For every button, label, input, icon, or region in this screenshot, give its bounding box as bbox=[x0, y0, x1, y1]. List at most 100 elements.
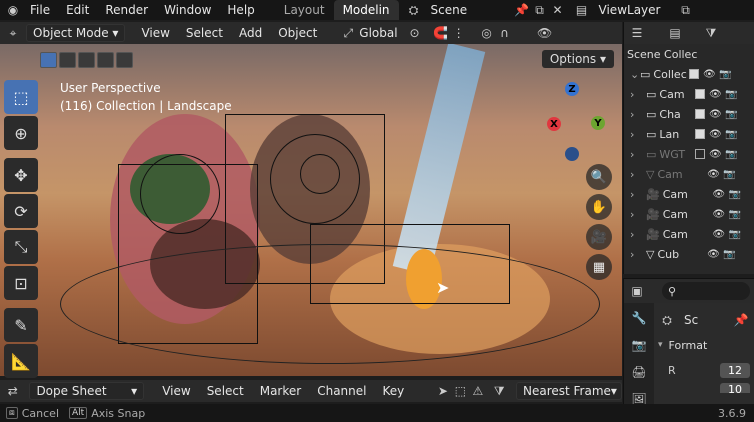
new-scene-icon[interactable]: ⧉ bbox=[531, 1, 549, 19]
box-select-icon[interactable]: ⬚ bbox=[452, 382, 469, 400]
ds-menu-channel[interactable]: Channel bbox=[309, 384, 374, 398]
outliner-row[interactable]: › ▽ Cub 👁 📷 bbox=[624, 244, 754, 264]
output-tab-icon[interactable]: 🖨 bbox=[630, 363, 648, 380]
tab-modeling[interactable]: Modelin bbox=[333, 0, 399, 20]
eye-icon[interactable]: 👁 bbox=[701, 69, 717, 80]
menu-select[interactable]: Select bbox=[178, 26, 231, 40]
eye-icon[interactable]: 👁 bbox=[711, 189, 727, 200]
expand-chevron-icon[interactable]: › bbox=[630, 148, 638, 161]
pivot-icon[interactable]: ⊙ bbox=[406, 24, 424, 42]
render-camera-icon[interactable]: 📷 bbox=[727, 209, 743, 220]
outliner-row[interactable]: ⌄▭Collectio 👁📷 bbox=[624, 64, 754, 84]
outliner-editor-icon[interactable]: ☰ bbox=[628, 24, 646, 42]
snap-mode-dropdown[interactable]: Nearest Frame ▾ bbox=[515, 382, 622, 400]
resolution-y-field[interactable]: 10 bbox=[720, 383, 750, 393]
properties-search-input[interactable]: ⚲ bbox=[662, 282, 750, 300]
measure-tool-icon[interactable]: 📐 bbox=[4, 344, 38, 378]
menu-view[interactable]: View bbox=[133, 26, 177, 40]
expand-chevron-icon[interactable]: › bbox=[630, 188, 638, 201]
render-camera-icon[interactable]: 📷 bbox=[727, 229, 743, 240]
blender-logo-icon[interactable]: ◉ bbox=[4, 1, 22, 19]
eye-icon[interactable]: 👁 bbox=[711, 229, 727, 240]
exclude-checkbox[interactable] bbox=[689, 69, 700, 79]
mode-dropdown[interactable]: Object Mode ▾ bbox=[26, 24, 126, 42]
view-layer-name[interactable]: ViewLayer bbox=[591, 3, 677, 17]
pin-props-icon[interactable]: 📌 bbox=[732, 311, 750, 329]
select-difference-icon[interactable] bbox=[97, 52, 114, 68]
outliner-row[interactable]: › ▭ Cam 👁 📷 bbox=[624, 84, 754, 104]
format-panel-header[interactable]: ▾ Format bbox=[658, 333, 750, 357]
falloff-icon[interactable]: ∩ bbox=[496, 24, 514, 42]
expand-chevron-icon[interactable]: › bbox=[630, 208, 638, 221]
proportional-edit-icon[interactable]: ◎ bbox=[478, 24, 496, 42]
scene-icon[interactable]: ⛭ bbox=[405, 1, 423, 19]
view-layer-icon[interactable]: ▤ bbox=[573, 1, 591, 19]
tab-layout[interactable]: Layout bbox=[275, 0, 334, 20]
exclude-checkbox[interactable] bbox=[695, 109, 706, 119]
navigation-gizmo[interactable]: Z X Y bbox=[540, 80, 610, 161]
eye-icon[interactable]: 👁 bbox=[707, 129, 723, 140]
expand-chevron-icon[interactable]: › bbox=[630, 168, 638, 181]
new-view-layer-icon[interactable]: ⧉ bbox=[677, 1, 695, 19]
menu-file[interactable]: File bbox=[22, 3, 58, 17]
3d-viewport[interactable]: User Perspective (116) Collection | Land… bbox=[0, 44, 622, 376]
select-new-icon[interactable] bbox=[40, 52, 57, 68]
zoom-icon[interactable]: 🔍 bbox=[586, 164, 612, 190]
gizmo-z-axis[interactable]: Z bbox=[565, 82, 579, 96]
filter-icon[interactable]: ⧩ bbox=[491, 382, 508, 400]
editor-type-icon[interactable]: ⇄ bbox=[4, 382, 21, 400]
move-tool-icon[interactable]: ✥ bbox=[4, 158, 38, 192]
annotate-tool-icon[interactable]: ✎ bbox=[4, 308, 38, 342]
display-mode-icon[interactable]: ▤ bbox=[666, 24, 684, 42]
tool-tab-icon[interactable]: 🔧 bbox=[630, 309, 648, 326]
eye-icon[interactable]: 👁 bbox=[705, 169, 721, 180]
gizmo-x-axis[interactable]: X bbox=[547, 117, 561, 131]
transform-orientation-icon[interactable]: ⤢ bbox=[339, 24, 357, 42]
options-dropdown[interactable]: Options ▾ bbox=[541, 50, 614, 68]
eye-icon[interactable]: 👁 bbox=[707, 89, 723, 100]
visibility-icon[interactable]: 👁 bbox=[536, 24, 554, 42]
warning-icon[interactable]: ⚠ bbox=[469, 382, 486, 400]
eye-icon[interactable]: 👁 bbox=[705, 249, 721, 260]
scale-tool-icon[interactable]: ⤡ bbox=[4, 230, 38, 264]
menu-edit[interactable]: Edit bbox=[58, 3, 97, 17]
pin-icon[interactable]: 📌 bbox=[513, 1, 531, 19]
outliner-row[interactable]: › 🎥 Cam 👁 📷 bbox=[624, 204, 754, 224]
expand-chevron-icon[interactable]: ⌄ bbox=[630, 68, 639, 81]
menu-object[interactable]: Object bbox=[270, 26, 325, 40]
render-camera-icon[interactable]: 📷 bbox=[721, 169, 737, 180]
snap-icon[interactable]: 🧲 bbox=[432, 24, 450, 42]
pan-hand-icon[interactable]: ✋ bbox=[586, 194, 612, 220]
outliner-row[interactable]: › 🎥 Cam 👁 📷 bbox=[624, 184, 754, 204]
render-camera-icon[interactable]: 📷 bbox=[727, 189, 743, 200]
menu-window[interactable]: Window bbox=[156, 3, 219, 17]
exclude-checkbox[interactable] bbox=[695, 129, 706, 139]
expand-chevron-icon[interactable]: › bbox=[630, 88, 638, 101]
exclude-checkbox[interactable] bbox=[695, 89, 706, 99]
camera-view-icon[interactable]: 🎥 bbox=[586, 224, 612, 250]
outliner-row[interactable]: › ▭ WGT 👁 📷 bbox=[624, 144, 754, 164]
gizmo-y-axis[interactable]: Y bbox=[591, 116, 605, 130]
select-box-tool-icon[interactable]: ⬚ bbox=[4, 80, 38, 114]
delete-scene-icon[interactable]: ✕ bbox=[549, 1, 567, 19]
eye-icon[interactable]: 👁 bbox=[711, 209, 727, 220]
render-camera-icon[interactable]: 📷 bbox=[723, 149, 739, 160]
menu-add[interactable]: Add bbox=[231, 26, 270, 40]
outliner-row[interactable]: › ▭ Cha 👁 📷 bbox=[624, 104, 754, 124]
filter-icon[interactable]: ⧩ bbox=[702, 24, 720, 42]
transform-tool-icon[interactable]: ⊡ bbox=[4, 266, 38, 300]
select-tool-icon[interactable]: ➤ bbox=[434, 382, 451, 400]
expand-chevron-icon[interactable]: › bbox=[630, 108, 638, 121]
render-camera-icon[interactable]: 📷 bbox=[723, 109, 739, 120]
expand-chevron-icon[interactable]: › bbox=[630, 128, 638, 141]
editor-type-icon[interactable]: ⌖ bbox=[4, 24, 22, 42]
gizmo-neg-z[interactable] bbox=[565, 147, 579, 161]
resolution-x-field[interactable]: 12 bbox=[720, 362, 750, 378]
outliner-row[interactable]: › 🎥 Cam 👁 📷 bbox=[624, 224, 754, 244]
eye-icon[interactable]: 👁 bbox=[707, 109, 723, 120]
render-tab-icon[interactable]: 📷 bbox=[630, 336, 648, 353]
ds-menu-key[interactable]: Key bbox=[374, 384, 412, 398]
ds-menu-select[interactable]: Select bbox=[199, 384, 252, 398]
eye-icon[interactable]: 👁 bbox=[707, 149, 723, 160]
expand-chevron-icon[interactable]: › bbox=[630, 228, 638, 241]
